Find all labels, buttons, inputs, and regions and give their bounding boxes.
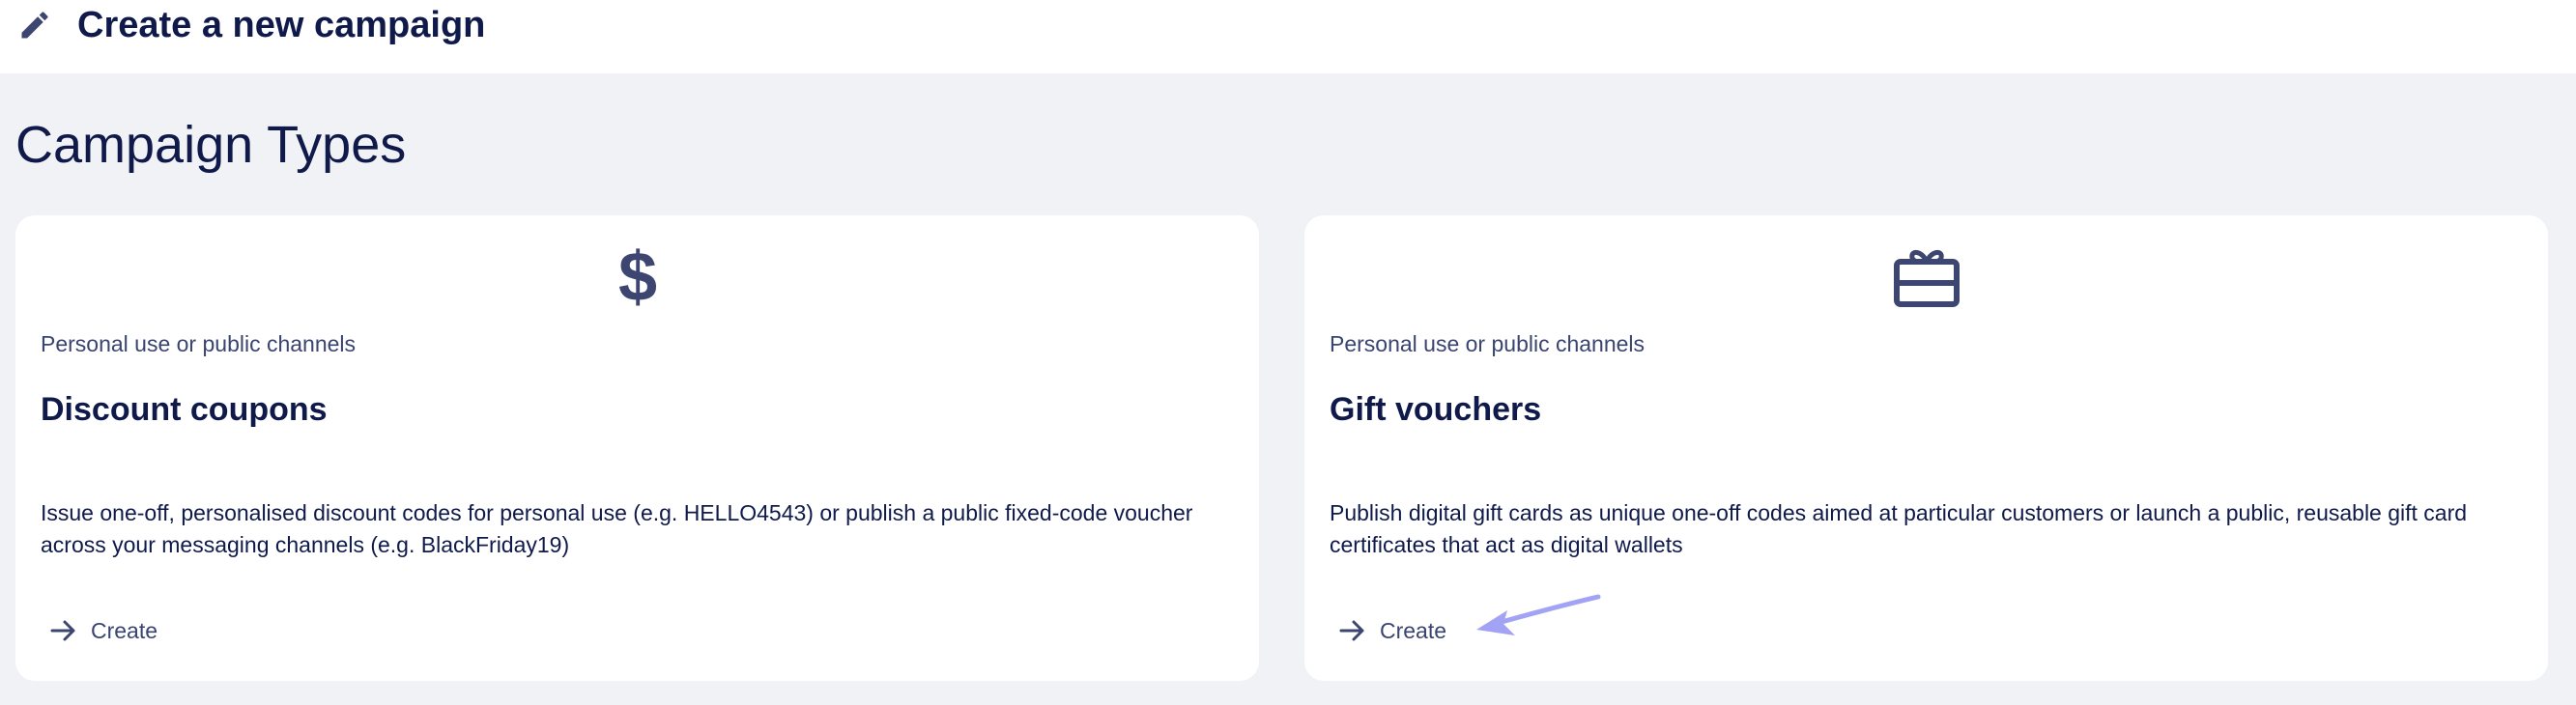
card-title: Discount coupons [41, 391, 328, 428]
card-title: Gift vouchers [1330, 391, 1542, 428]
type-icon-wrapper [1304, 244, 2548, 322]
arrow-right-icon [1339, 620, 1364, 641]
create-discount-coupons-button[interactable]: Create [50, 611, 157, 650]
dollar-icon: $ [617, 244, 656, 312]
campaign-card-discount-coupons[interactable]: $ Personal use or public channels Discou… [15, 215, 1259, 681]
type-icon-wrapper: $ [15, 244, 1259, 322]
annotation-arrow-icon [1476, 594, 1601, 635]
create-label: Create [1380, 617, 1447, 643]
top-bar: Create a new campaign [0, 0, 2576, 73]
card-subtitle: Personal use or public channels [41, 331, 357, 356]
page-title: Create a new campaign [77, 5, 486, 45]
gift-card-icon [1893, 250, 1960, 307]
svg-text:$: $ [617, 244, 656, 312]
create-gift-vouchers-button[interactable]: Create [1339, 611, 1446, 650]
create-label: Create [91, 617, 158, 643]
card-description: Issue one-off, personalised discount cod… [41, 500, 1193, 557]
card-subtitle: Personal use or public channels [1330, 331, 1646, 356]
section-title: Campaign Types [15, 116, 407, 174]
pencil-icon [21, 12, 48, 39]
arrow-right-icon [50, 620, 75, 641]
card-description: Publish digital gift cards as unique one… [1330, 500, 2468, 557]
